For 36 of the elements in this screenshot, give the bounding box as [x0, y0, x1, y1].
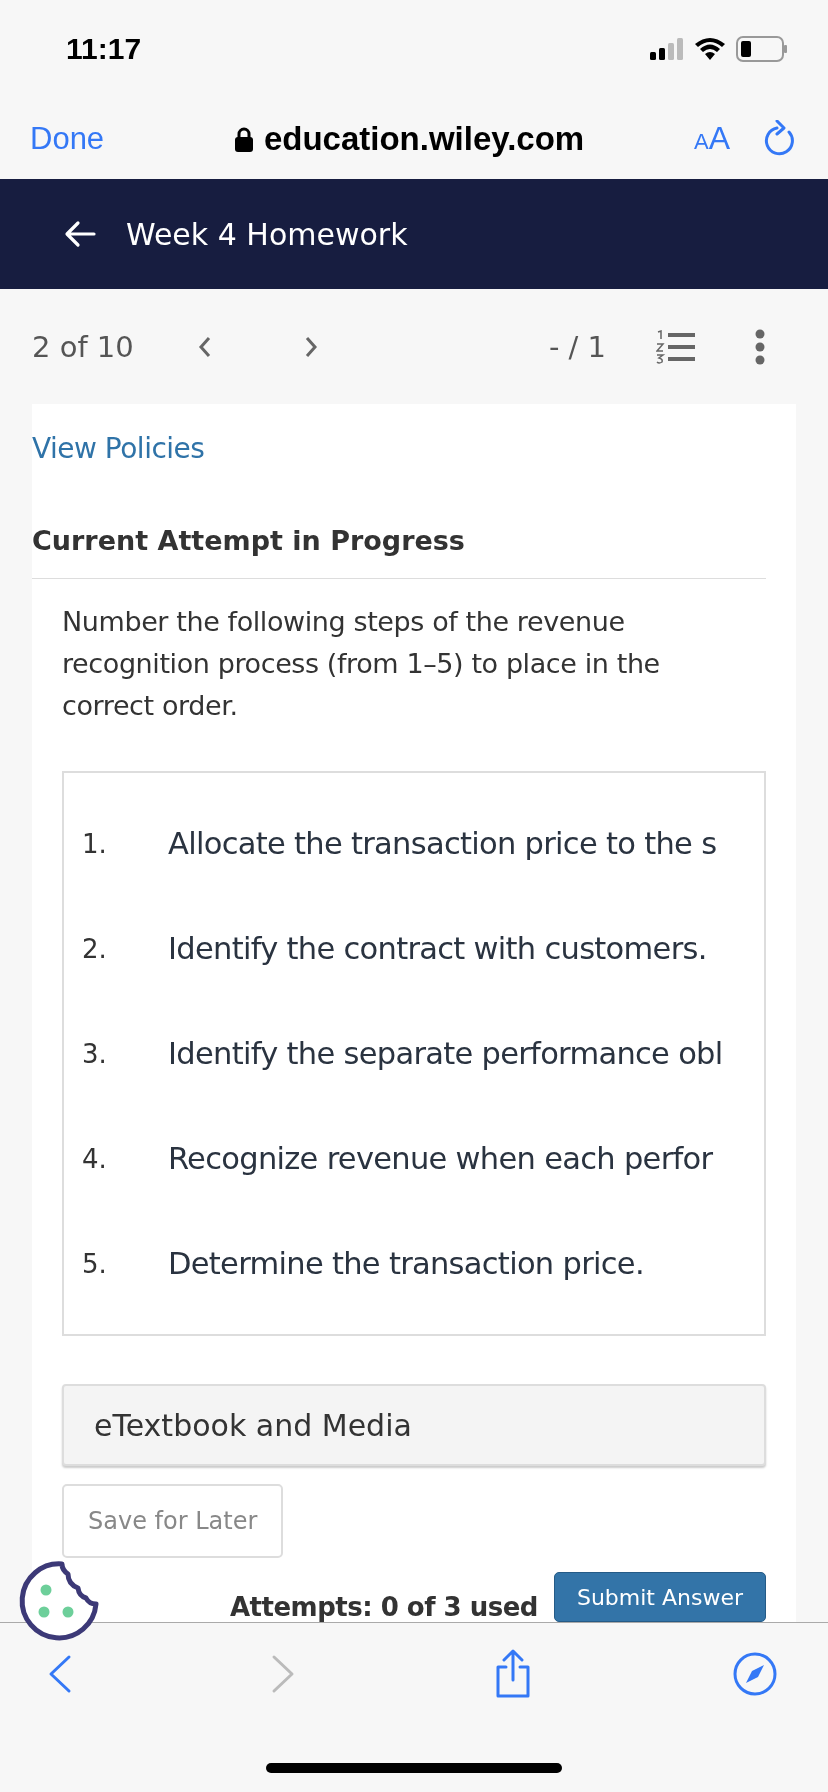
status-time: 11:17	[66, 32, 142, 67]
save-for-later-button[interactable]: Save for Later	[62, 1484, 284, 1558]
step-number: 4.	[81, 1143, 108, 1174]
more-options-icon[interactable]	[754, 328, 766, 365]
attempts-text: Attempts: 0 of 3 used	[230, 1592, 538, 1622]
cookie-icon[interactable]	[18, 1560, 100, 1642]
step-number: 1.	[81, 828, 108, 859]
next-chevron-icon[interactable]	[303, 334, 318, 359]
numbered-list-icon[interactable]	[656, 329, 696, 364]
view-policies-link[interactable]: View Policies	[32, 432, 766, 465]
previous-chevron-icon[interactable]	[197, 334, 212, 359]
signal-icon	[650, 38, 684, 61]
header-title: Week 4 Homework	[126, 216, 408, 252]
step-text[interactable]: Allocate the transaction price to the s	[168, 826, 717, 861]
question-position: 2 of 10	[32, 329, 134, 364]
done-button[interactable]: Done	[30, 120, 105, 157]
step-number: 2.	[81, 933, 108, 964]
question-text: Number the following steps of the revenue recognition process (from 1–5) to place in the correct order.	[62, 605, 661, 723]
wifi-icon	[694, 37, 726, 62]
etextbook-panel[interactable]: eTextbook and Media	[62, 1384, 766, 1466]
battery-icon	[736, 36, 788, 63]
submit-answer-button[interactable]: Submit Answer	[553, 1572, 766, 1622]
step-text[interactable]: Recognize revenue when each perfor	[168, 1141, 713, 1176]
step-text[interactable]: Determine the transaction price.	[168, 1246, 644, 1281]
step-number: 3.	[81, 1038, 108, 1069]
step-number: 5.	[81, 1248, 108, 1279]
score-text: - / 1	[548, 329, 606, 364]
attempt-heading: Current Attempt in Progress	[32, 525, 766, 579]
back-chevron-icon[interactable]	[48, 1654, 72, 1694]
compass-icon[interactable]	[731, 1651, 778, 1697]
url-text[interactable]: education.wiley.com	[263, 119, 585, 158]
step-text[interactable]: Identify the separate performance obl	[168, 1036, 723, 1071]
back-arrow-icon[interactable]	[64, 220, 96, 249]
lock-icon	[233, 125, 254, 152]
step-text[interactable]: Identify the contract with customers.	[168, 931, 707, 966]
text-size-button[interactable]: AA	[693, 120, 730, 158]
